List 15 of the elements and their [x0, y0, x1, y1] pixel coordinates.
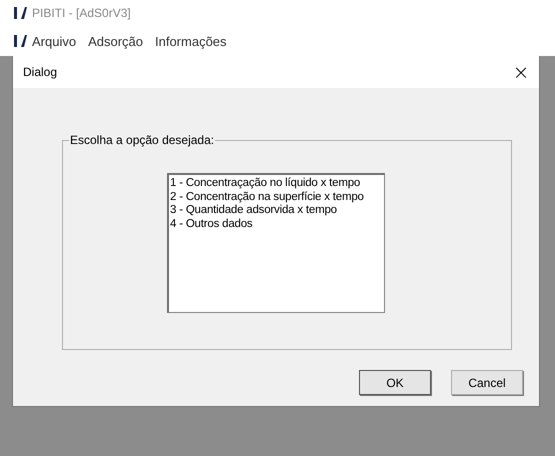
list-item[interactable]: 1 - Concentraçação no líquido x tempo [170, 177, 384, 190]
window-title: PIBITI - [AdS0rV3] [32, 6, 131, 20]
list-item[interactable]: 4 - Outros dados [170, 218, 384, 231]
menu-item[interactable]: Informações [155, 34, 227, 48]
menu-item[interactable]: Arquivo [32, 34, 76, 48]
dialog-title: Dialog [23, 65, 58, 79]
list-item[interactable]: 2 - Concentração na superfície x tempo [170, 190, 384, 204]
group-label: Escolha a opção desejada: [69, 133, 216, 147]
menu-item[interactable]: Adsorção [88, 34, 143, 48]
list-item[interactable]: 3 - Quantidade adsorvida x tempo [170, 204, 384, 218]
app-logo-icon[interactable] [14, 34, 28, 48]
ok-button[interactable]: OK [359, 370, 431, 395]
close-button[interactable]: × [503, 57, 539, 87]
app-logo-icon [14, 6, 28, 20]
cancel-button[interactable]: Cancel [451, 370, 523, 395]
